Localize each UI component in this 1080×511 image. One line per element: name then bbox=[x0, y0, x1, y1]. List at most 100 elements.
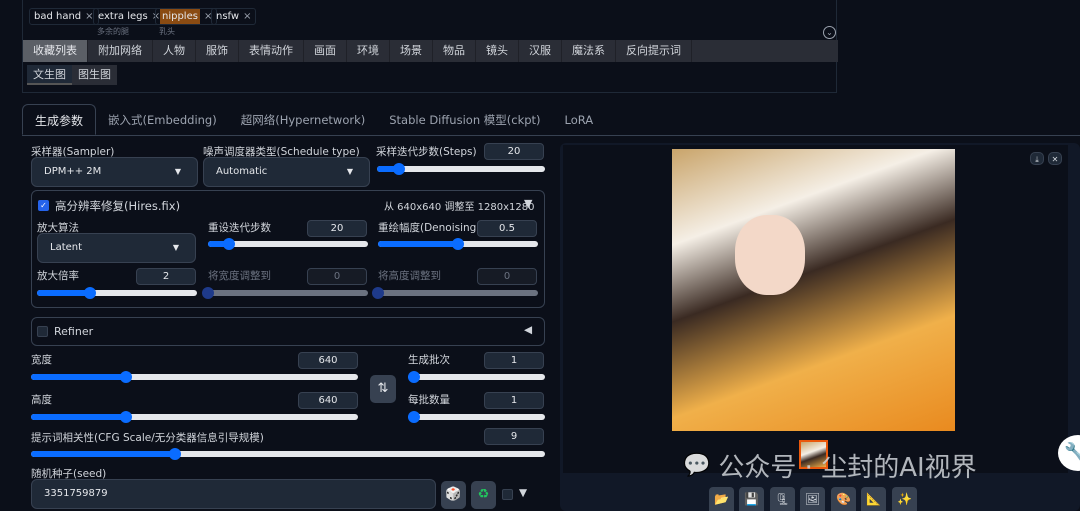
cfg-input[interactable]: 9 bbox=[484, 428, 544, 445]
dice-icon[interactable]: 🎲 bbox=[441, 481, 466, 509]
save-icon[interactable]: 💾 bbox=[739, 487, 764, 511]
close-icon[interactable]: ✕ bbox=[1048, 152, 1062, 165]
slider-thumb[interactable] bbox=[408, 411, 420, 423]
resize-width-label: 将宽度调整到 bbox=[208, 270, 271, 282]
schedule-value: Automatic bbox=[216, 166, 268, 177]
folder-icon[interactable]: 📂 bbox=[709, 487, 734, 511]
tag-nsfw[interactable]: nsfw × bbox=[211, 8, 257, 25]
resize-height-label: 将高度调整到 bbox=[378, 270, 441, 282]
category-tab[interactable]: 镜头 bbox=[476, 40, 519, 62]
width-input[interactable]: 640 bbox=[298, 352, 358, 369]
tag-label: extra legs bbox=[98, 11, 148, 22]
zip-icon[interactable]: 🗜 bbox=[770, 487, 795, 511]
category-tab[interactable]: 表情动作 bbox=[239, 40, 304, 62]
category-tab[interactable]: 魔法系 bbox=[562, 40, 616, 62]
tab-checkpoint[interactable]: Stable Diffusion 模型(ckpt) bbox=[377, 104, 552, 135]
tag-translation: 多余的腿 bbox=[97, 27, 129, 36]
caret-down-icon: ▼ bbox=[174, 167, 181, 176]
batch-count-slider[interactable] bbox=[408, 371, 545, 383]
refiner-panel[interactable] bbox=[31, 317, 545, 346]
tag-bad-hand[interactable]: bad hand × bbox=[29, 8, 99, 25]
batch-size-slider[interactable] bbox=[408, 411, 545, 423]
category-tab[interactable]: 服饰 bbox=[196, 40, 239, 62]
seed-input[interactable]: 3351759879 bbox=[31, 479, 436, 509]
slider-thumb[interactable] bbox=[168, 448, 181, 460]
width-slider[interactable] bbox=[31, 371, 358, 383]
slider-thumb[interactable] bbox=[202, 287, 214, 299]
swap-dimensions-button[interactable]: ⇅ bbox=[370, 375, 396, 403]
resize-width-input[interactable]: 0 bbox=[307, 268, 367, 285]
slider-thumb[interactable] bbox=[119, 371, 132, 383]
tag-label: bad hand bbox=[34, 11, 82, 22]
tab-lora[interactable]: LoRA bbox=[553, 104, 606, 135]
chevron-down-icon[interactable]: ⌄ bbox=[823, 26, 836, 39]
slider-thumb[interactable] bbox=[222, 238, 235, 250]
watermark-text: 公众号 · 尘封的AI视界 bbox=[718, 453, 977, 483]
category-tab[interactable]: 环境 bbox=[347, 40, 390, 62]
caret-down-icon: ▼ bbox=[346, 167, 353, 176]
slider-thumb[interactable] bbox=[83, 287, 96, 299]
hires-steps-slider[interactable] bbox=[208, 238, 368, 250]
category-tab[interactable]: 场景 bbox=[390, 40, 433, 62]
tab-embedding[interactable]: 嵌入式(Embedding) bbox=[96, 104, 229, 135]
hires-steps-input[interactable]: 20 bbox=[307, 220, 367, 237]
category-tab[interactable]: 画面 bbox=[304, 40, 347, 62]
category-tab[interactable]: 附加网络 bbox=[88, 40, 153, 62]
hires-toggle-icon[interactable]: ▼ bbox=[524, 197, 532, 210]
palette-icon[interactable]: 🎨 bbox=[831, 487, 856, 511]
ruler-icon[interactable]: 📐 bbox=[861, 487, 886, 511]
hires-label: 高分辨率修复(Hires.fix) bbox=[55, 199, 181, 213]
hires-checkbox[interactable]: ✓ bbox=[38, 200, 49, 211]
recycle-icon[interactable]: ♻ bbox=[471, 481, 496, 509]
scale-slider[interactable] bbox=[37, 287, 197, 299]
category-tab[interactable]: 反向提示词 bbox=[616, 40, 692, 62]
denoising-slider[interactable] bbox=[378, 238, 538, 250]
denoising-input[interactable]: 0.5 bbox=[477, 220, 537, 237]
slider-thumb[interactable] bbox=[408, 371, 420, 383]
sampler-select[interactable]: DPM++ 2M ▼ bbox=[31, 157, 198, 187]
slider-thumb[interactable] bbox=[119, 411, 132, 423]
resize-width-slider[interactable] bbox=[202, 287, 368, 299]
resize-height-input[interactable]: 0 bbox=[477, 268, 537, 285]
batch-count-input[interactable]: 1 bbox=[484, 352, 544, 369]
seed-extra-toggle-icon[interactable]: ▼ bbox=[519, 487, 527, 499]
refiner-checkbox[interactable] bbox=[37, 326, 48, 337]
tab-txt2img[interactable]: 文生图 bbox=[27, 65, 72, 85]
sparkle-icon[interactable]: ✨ bbox=[892, 487, 917, 511]
denoising-label: 重绘幅度(Denoising) bbox=[378, 222, 481, 234]
batch-size-input[interactable]: 1 bbox=[484, 392, 544, 409]
send-to-img2img-icon[interactable]: 🖼 bbox=[800, 487, 825, 511]
steps-slider[interactable] bbox=[377, 163, 545, 175]
tab-generation[interactable]: 生成参数 bbox=[22, 104, 97, 135]
category-tab[interactable]: 汉服 bbox=[519, 40, 562, 62]
batch-size-label: 每批数量 bbox=[408, 394, 450, 406]
steps-input[interactable]: 20 bbox=[484, 143, 544, 160]
category-tab[interactable]: 人物 bbox=[153, 40, 196, 62]
close-icon[interactable]: × bbox=[243, 9, 251, 24]
prompt-tags-area: bad hand × extra legs × 多余的腿 nipples × 乳头 n… bbox=[22, 0, 838, 93]
upscaler-select[interactable]: Latent ▼ bbox=[37, 233, 196, 263]
generated-image[interactable] bbox=[672, 149, 955, 431]
height-slider[interactable] bbox=[31, 411, 358, 423]
category-tab[interactable]: 收藏列表 bbox=[23, 40, 88, 62]
cfg-slider[interactable] bbox=[31, 448, 545, 460]
seed-extra-checkbox[interactable] bbox=[502, 489, 513, 500]
generated-image-detail bbox=[735, 215, 805, 295]
steps-label: 采样迭代步数(Steps) bbox=[376, 146, 477, 158]
tag-nipples[interactable]: nipples × bbox=[155, 8, 218, 25]
slider-thumb[interactable] bbox=[452, 238, 464, 250]
download-icon[interactable]: ⤓ bbox=[1030, 152, 1044, 165]
resize-height-slider[interactable] bbox=[372, 287, 538, 299]
scale-input[interactable]: 2 bbox=[136, 268, 196, 285]
upscaler-value: Latent bbox=[50, 242, 83, 253]
category-tab[interactable]: 物品 bbox=[433, 40, 476, 62]
slider-thumb[interactable] bbox=[392, 163, 405, 175]
tab-img2img[interactable]: 图生图 bbox=[72, 65, 117, 85]
tag-label: nsfw bbox=[216, 11, 240, 22]
slider-thumb[interactable] bbox=[372, 287, 384, 299]
tab-hypernetwork[interactable]: 超网络(Hypernetwork) bbox=[229, 104, 378, 135]
height-input[interactable]: 640 bbox=[298, 392, 358, 409]
sampler-value: DPM++ 2M bbox=[44, 166, 102, 177]
schedule-select[interactable]: Automatic ▼ bbox=[203, 157, 370, 187]
refiner-toggle-icon[interactable]: ◀ bbox=[524, 324, 532, 336]
